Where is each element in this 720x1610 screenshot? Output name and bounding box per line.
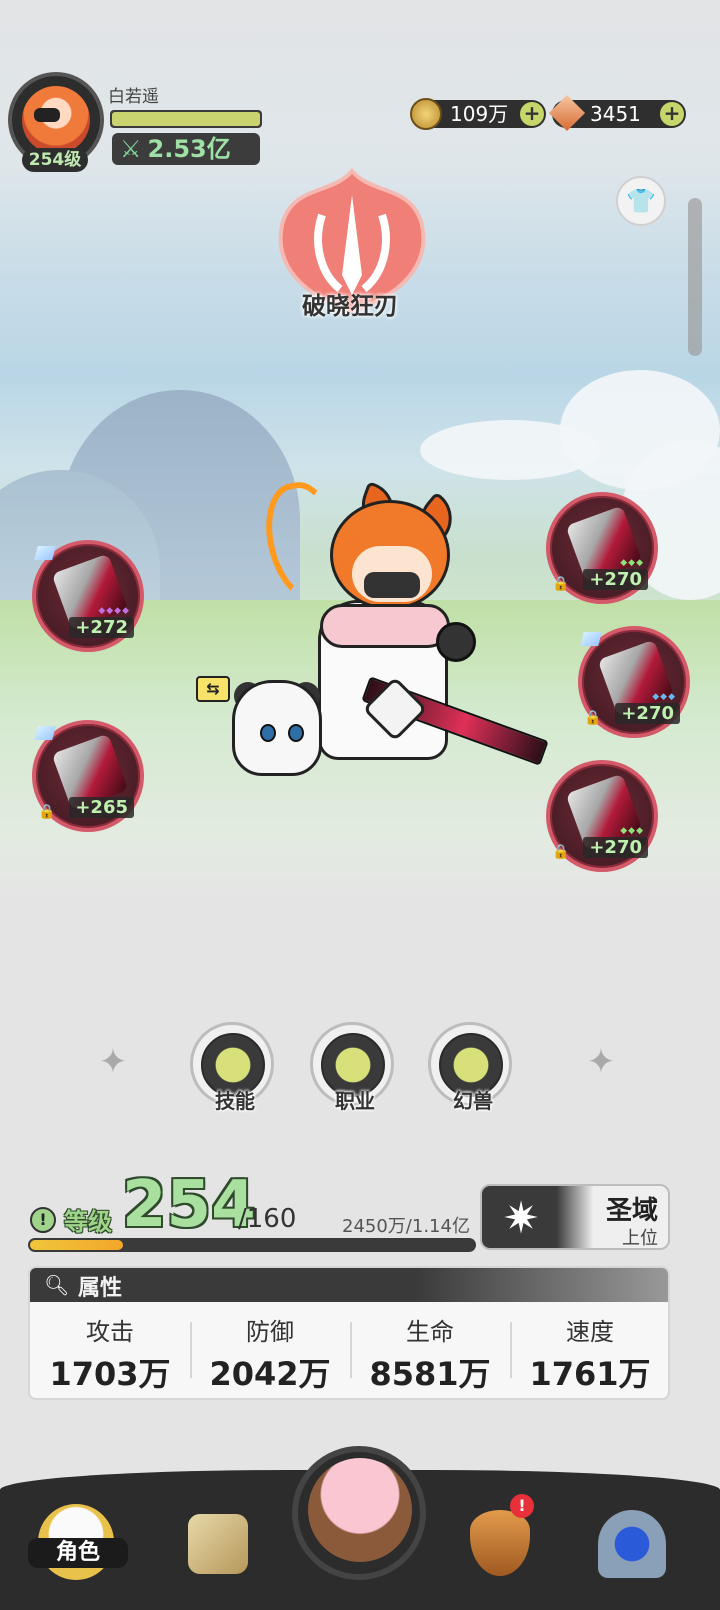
attr-key: 防御 xyxy=(246,1318,294,1346)
level-max: /160 xyxy=(238,1204,297,1234)
player-name: 白若遥 xyxy=(108,87,159,107)
crossed-swords-icon: ⚔ xyxy=(120,135,142,163)
guild-shield-icon xyxy=(470,1510,530,1576)
exp-bar xyxy=(28,1238,476,1252)
exp-text: 2450万/1.14亿 xyxy=(342,1216,470,1237)
gem-currency: 3451 + xyxy=(548,94,686,132)
player-bar-fill xyxy=(112,112,260,126)
rank-sub: 上位 xyxy=(622,1228,658,1249)
lock-icon: 🔒 xyxy=(38,804,56,820)
pet-body xyxy=(232,680,322,776)
equipment-value: +270 xyxy=(583,837,648,858)
attr-defense: 防御 2042万 xyxy=(190,1306,350,1398)
book-icon xyxy=(188,1514,248,1574)
equipment-value: +272 xyxy=(69,617,134,638)
alert-badge: ! xyxy=(510,1494,534,1518)
shirt-icon: 👕 xyxy=(626,187,656,215)
nav-portal[interactable] xyxy=(586,1500,682,1596)
equipment-slot-weapon[interactable]: ◆◆◆◆ +272 xyxy=(32,540,144,652)
nav-guild[interactable] xyxy=(456,1500,552,1596)
beast-label: 幻兽 xyxy=(453,1089,493,1113)
combat-power: ⚔ 2.53亿 xyxy=(112,133,260,165)
avatar-mask xyxy=(34,108,60,122)
equipment-slot-accessory[interactable]: 🔒 +265 xyxy=(32,720,144,832)
house-icon xyxy=(308,1458,412,1562)
attr-value: 2042万 xyxy=(209,1355,331,1393)
star-dots: ◆◆◆ xyxy=(652,692,676,702)
lock-icon: 🔒 xyxy=(584,710,602,726)
rank-emblem-icon: ✷ xyxy=(502,1193,540,1244)
level-label: 等级 xyxy=(64,1208,112,1236)
attr-key: 生命 xyxy=(406,1318,454,1346)
attributes-title: 属性 xyxy=(78,1276,123,1301)
star-dots: ◆◆◆◆ xyxy=(98,606,130,616)
add-gold-button[interactable]: + xyxy=(520,102,544,126)
gem-mark-icon xyxy=(34,546,56,560)
gem-mark-icon xyxy=(34,726,56,740)
gold-currency: 109万 + xyxy=(410,98,546,130)
character-mask xyxy=(364,572,420,598)
attr-hp: 生命 8581万 xyxy=(350,1306,510,1398)
attr-value: 1703万 xyxy=(49,1355,171,1393)
gem-mark-icon xyxy=(580,632,602,646)
pet-eye xyxy=(260,724,276,742)
decorative-ornament-left: ✦ xyxy=(98,1042,128,1082)
attr-key: 速度 xyxy=(566,1318,614,1346)
star-dots: ◆◆◆ xyxy=(620,558,644,568)
attr-value: 1761万 xyxy=(529,1355,651,1393)
rank-name: 圣域 xyxy=(605,1196,658,1226)
equipment-slot-armor[interactable]: ◆◆◆ 🔒 +270 xyxy=(578,626,690,738)
lock-icon: 🔒 xyxy=(552,576,570,592)
attr-speed: 速度 1761万 xyxy=(510,1306,668,1398)
exp-bar-fill xyxy=(30,1240,124,1250)
level-info-button[interactable]: ! xyxy=(30,1207,56,1233)
outfit-button[interactable]: 👕 xyxy=(616,176,666,226)
attributes-panel[interactable]: 🔍︎ 属性 攻击 1703万 防御 2042万 生命 8581万 速度 1761… xyxy=(28,1266,670,1400)
equipment-value: +270 xyxy=(615,703,680,724)
portal-icon xyxy=(598,1510,666,1578)
skills-label: 技能 xyxy=(215,1089,255,1113)
attr-key: 攻击 xyxy=(86,1318,134,1346)
class-button[interactable]: 职业 xyxy=(310,1022,394,1113)
player-level-badge: 254级 xyxy=(22,148,88,172)
nav-book[interactable] xyxy=(174,1500,270,1596)
equipment-slot-helmet[interactable]: ◆◆◆ 🔒 +270 xyxy=(546,492,658,604)
character-scarf xyxy=(320,604,450,648)
nav-role-label: 角色 xyxy=(28,1538,128,1568)
gem-value: 3451 xyxy=(590,102,641,126)
home-button[interactable] xyxy=(292,1446,426,1580)
beast-button[interactable]: 幻兽 xyxy=(428,1022,512,1113)
character-fist xyxy=(436,622,476,662)
title-name: 破晓狂刃 xyxy=(302,292,398,320)
equipment-value: +270 xyxy=(583,569,648,590)
star-dots: ◆◆◆ xyxy=(620,826,644,836)
attributes-header: 🔍︎ 属性 xyxy=(30,1268,668,1302)
side-drawer-handle[interactable] xyxy=(688,198,702,356)
class-label: 职业 xyxy=(335,1089,375,1113)
player-bar xyxy=(110,110,262,128)
swap-pet-button[interactable]: ⇆ xyxy=(196,676,230,702)
lock-icon: 🔒 xyxy=(552,844,570,860)
swap-icon: ⇆ xyxy=(206,679,220,698)
level-value: 254 xyxy=(122,1168,256,1242)
gold-coin-icon xyxy=(410,98,442,130)
attr-attack: 攻击 1703万 xyxy=(30,1306,190,1398)
attr-value: 8581万 xyxy=(369,1355,491,1393)
combat-power-value: 2.53亿 xyxy=(147,135,231,163)
gold-value: 109万 xyxy=(450,102,509,126)
add-gem-button[interactable]: + xyxy=(660,102,684,126)
rank-panel[interactable]: ✷ 圣域 上位 xyxy=(480,1184,670,1250)
pet-eye xyxy=(288,724,304,742)
skills-button[interactable]: 技能 xyxy=(190,1022,274,1113)
search-icon: 🔍︎ xyxy=(44,1273,70,1297)
equipment-slot-boots[interactable]: ◆◆◆ 🔒 +270 xyxy=(546,760,658,872)
decorative-ornament-right: ✦ xyxy=(586,1042,616,1082)
equipment-value: +265 xyxy=(69,797,134,818)
